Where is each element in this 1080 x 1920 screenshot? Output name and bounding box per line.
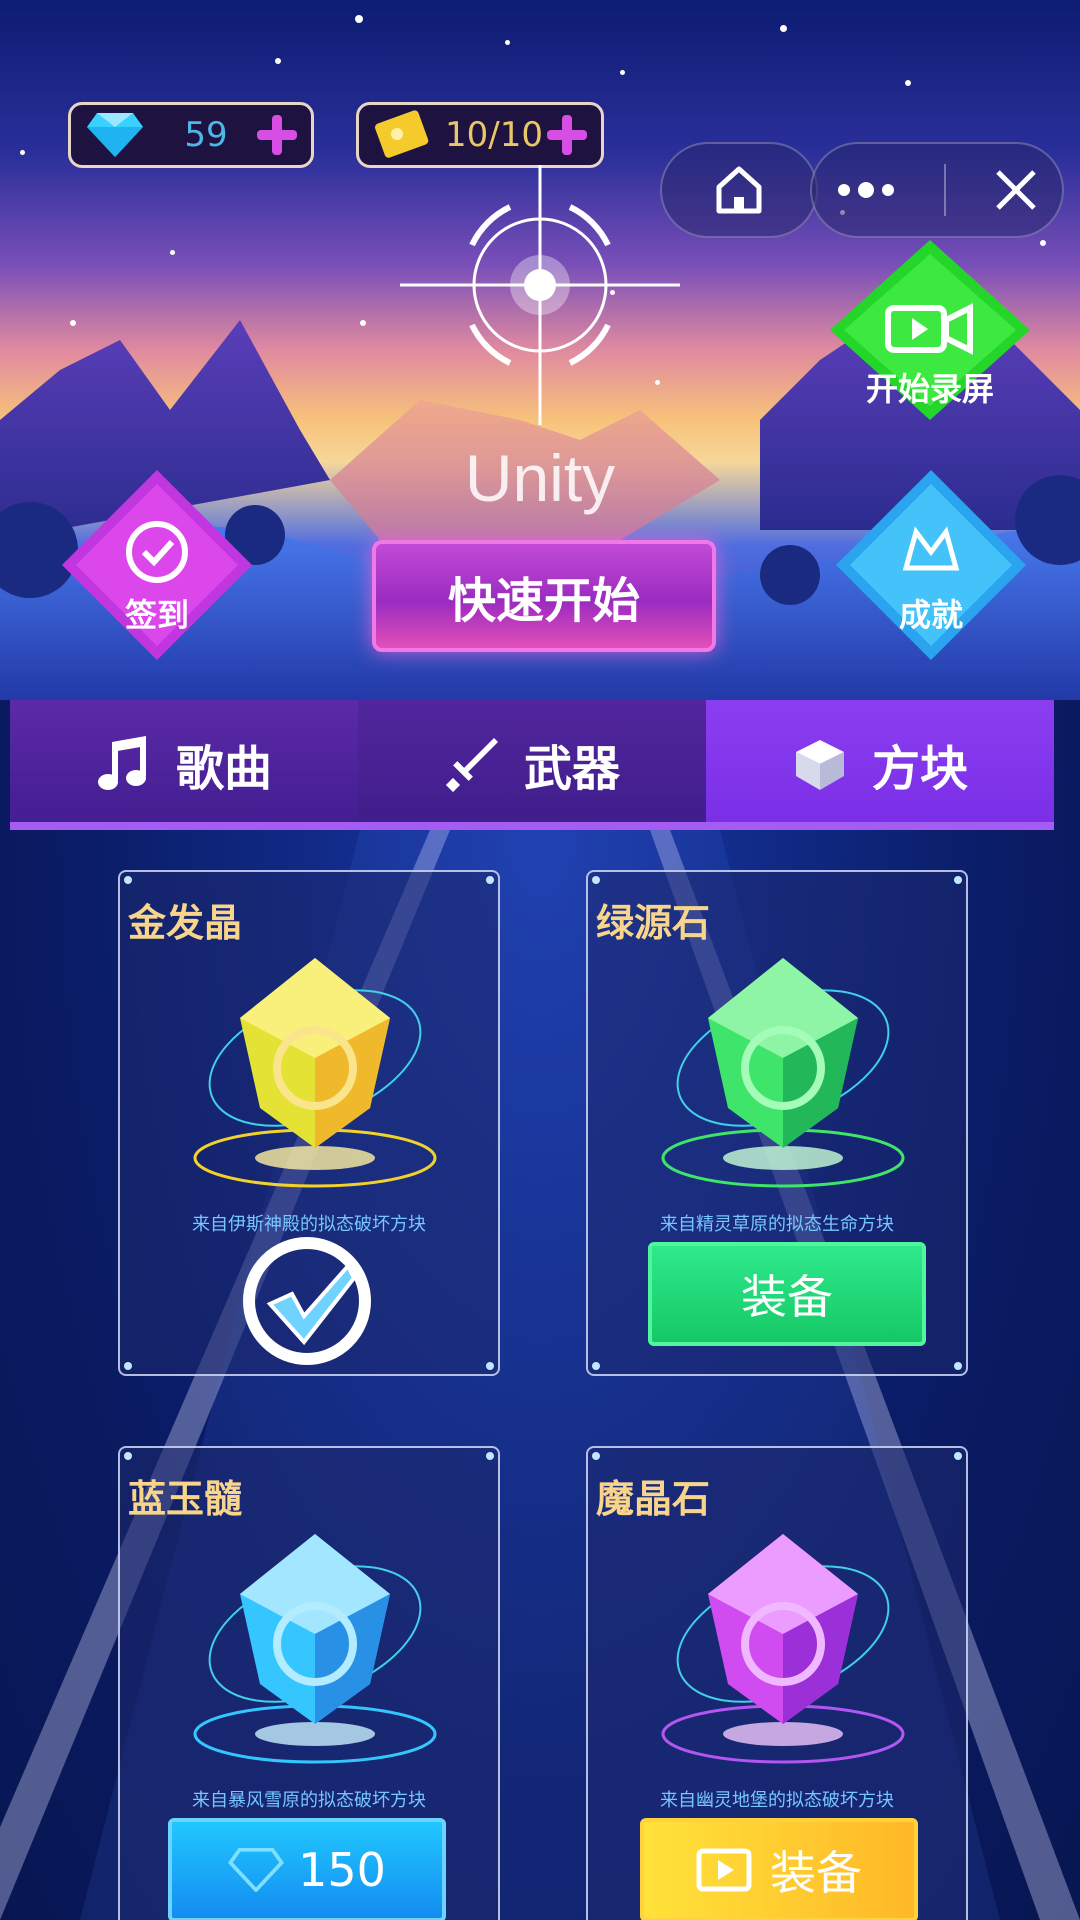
checkin-label: 签到 xyxy=(124,596,189,634)
add-tickets-button[interactable] xyxy=(547,115,587,155)
cube-name: 蓝玉髓 xyxy=(128,1477,243,1521)
cube-card-gold[interactable]: 金发晶 来自伊斯神殿的拟态破坏方块 xyxy=(118,870,500,1376)
ticket-count: 10/10 xyxy=(445,115,543,155)
tab-songs-label: 歌曲 xyxy=(175,741,272,797)
play-video-icon xyxy=(696,1848,752,1892)
ticket-counter: 10/10 xyxy=(356,102,604,168)
cube-description: 来自暴风雪原的拟态破坏方块 xyxy=(192,1790,426,1811)
crosshair-logo xyxy=(400,165,680,425)
cube-card-purple[interactable]: 魔晶石 来自幽灵地堡的拟态破坏方块 装备 xyxy=(586,1446,968,1920)
cube-card-green[interactable]: 绿源石 来自精灵草原的拟态生命方块 装备 xyxy=(586,870,968,1376)
equip-label: 装备 xyxy=(770,1846,862,1900)
tab-weapons-label: 武器 xyxy=(523,741,620,797)
cube-description: 来自伊斯神殿的拟态破坏方块 xyxy=(192,1214,426,1235)
tab-underline xyxy=(10,822,1054,830)
mini-program-capsule xyxy=(810,142,1064,238)
watch-ad-equip-button[interactable]: 装备 xyxy=(640,1818,918,1920)
cube-name: 魔晶石 xyxy=(596,1477,711,1521)
add-gems-button[interactable] xyxy=(257,115,297,155)
quick-start-button[interactable]: 快速开始 xyxy=(372,540,716,652)
buy-button[interactable]: 150 xyxy=(168,1818,446,1920)
gem-count: 59 xyxy=(184,115,228,155)
equipped-check-icon xyxy=(243,1237,371,1365)
diamond-icon xyxy=(87,113,143,157)
equip-button[interactable]: 装备 xyxy=(648,1242,926,1346)
tab-songs[interactable]: 歌曲 xyxy=(10,700,358,828)
tab-weapons[interactable]: 武器 xyxy=(358,700,706,828)
gem-counter: 59 xyxy=(68,102,314,168)
home-button[interactable] xyxy=(660,142,818,238)
record-label: 开始录屏 xyxy=(865,370,994,408)
home-icon xyxy=(716,166,762,214)
cube-name: 绿源石 xyxy=(596,901,711,945)
diamond-icon xyxy=(228,1848,285,1892)
cube-description: 来自精灵草原的拟态生命方块 xyxy=(660,1214,894,1235)
price-label: 150 xyxy=(298,1843,386,1897)
record-screen-button[interactable]: 开始录屏 xyxy=(830,240,1030,430)
achievement-label: 成就 xyxy=(898,596,963,634)
cube-name: 金发晶 xyxy=(128,901,243,945)
game-title: Unity xyxy=(464,441,616,515)
cube-description: 来自幽灵地堡的拟态破坏方块 xyxy=(660,1790,894,1811)
tab-cubes-label: 方块 xyxy=(871,741,968,797)
cube-icon xyxy=(795,740,844,790)
tab-cubes[interactable]: 方块 xyxy=(706,700,1054,828)
close-icon[interactable] xyxy=(994,168,1038,212)
more-icon[interactable] xyxy=(836,182,896,198)
checkin-button[interactable]: 签到 xyxy=(62,470,252,660)
ticket-icon xyxy=(375,110,429,158)
music-note-icon xyxy=(97,736,146,790)
blue-cube-icon xyxy=(193,1534,437,1764)
category-tabs: 歌曲 武器 方块 xyxy=(10,700,1054,828)
sword-icon xyxy=(445,738,498,792)
gold-cube-icon xyxy=(193,958,437,1188)
purple-cube-icon xyxy=(661,1534,905,1764)
achievement-button[interactable]: 成就 xyxy=(836,470,1026,660)
cube-card-blue[interactable]: 蓝玉髓 来自暴风雪原的拟态破坏方块 150 xyxy=(118,1446,500,1920)
green-cube-icon xyxy=(661,958,905,1188)
